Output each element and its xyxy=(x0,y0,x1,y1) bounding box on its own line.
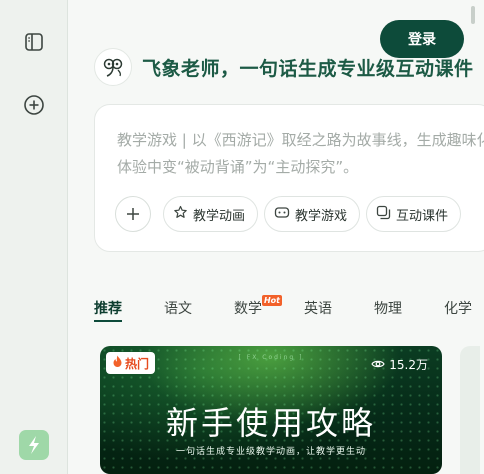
courseware-icon xyxy=(376,205,391,224)
next-card-peek[interactable] xyxy=(460,346,480,474)
featured-card[interactable]: [ FX Coding ] 热门 15.2万 新手使用攻略 一句话生成专业级教学… xyxy=(100,346,442,474)
chip-label: 互动课件 xyxy=(396,208,449,224)
chip-label: 教学游戏 xyxy=(295,208,348,224)
chip-teaching-game[interactable]: 教学游戏 xyxy=(264,196,361,232)
chip-teaching-animation[interactable]: 教学动画 xyxy=(163,196,259,232)
animation-icon xyxy=(173,205,188,224)
hot-tag: 热门 xyxy=(106,352,156,374)
tab-label: 数学 xyxy=(234,301,262,317)
tab-physics[interactable]: 物理 xyxy=(374,298,402,322)
left-sidebar xyxy=(0,0,68,474)
tab-chinese[interactable]: 语文 xyxy=(164,298,192,322)
tab-recommended[interactable]: 推荐 xyxy=(94,298,122,322)
prompt-toolbar: 教学动画 教学游戏 互动课件 xyxy=(115,196,462,232)
view-count-value: 15.2万 xyxy=(389,358,428,372)
tab-chemistry[interactable]: 化学 xyxy=(444,298,472,322)
chip-label: 教学动画 xyxy=(193,208,246,224)
card-caption: 一句话生成专业级教学动画，让教学更生动 xyxy=(175,447,366,457)
chip-interactive-courseware[interactable]: 互动课件 xyxy=(366,196,462,232)
fire-icon xyxy=(112,355,123,371)
plus-circle-icon[interactable] xyxy=(21,92,47,118)
tab-english[interactable]: 英语 xyxy=(304,298,332,322)
prompt-card[interactable]: 教学游戏 | 以《西游记》取经之路为故事线，生成趣味化体验中变“被动背诵”为“主… xyxy=(94,104,484,252)
scrollbar-thumb[interactable] xyxy=(471,6,475,24)
attach-button[interactable] xyxy=(115,196,151,232)
app-logo-icon[interactable] xyxy=(19,430,49,460)
hero-header: 飞象老师，一句话生成专业级互动课件 xyxy=(94,48,474,86)
page-title: 飞象老师，一句话生成专业级互动课件 xyxy=(142,57,474,80)
subject-tabs: 推荐 语文 数学 Hot 英语 物理 化学 xyxy=(94,295,472,322)
elephant-avatar-icon xyxy=(94,48,132,86)
prompt-input[interactable]: 教学游戏 | 以《西游记》取经之路为故事线，生成趣味化体验中变“被动背诵”为“主… xyxy=(117,127,484,183)
gamepad-icon xyxy=(274,205,290,224)
sidebar-toggle-icon[interactable] xyxy=(21,29,47,55)
card-title: 新手使用攻略 xyxy=(165,404,376,442)
main-content: 登录 飞象老师，一句话生成专业级互动课件 教学游戏 | 以《西游记》取经之路为故… xyxy=(68,0,484,474)
tab-math[interactable]: 数学 Hot xyxy=(234,295,282,322)
view-count: 15.2万 xyxy=(371,356,428,373)
eye-icon xyxy=(371,358,385,372)
hot-tag-label: 热门 xyxy=(125,356,150,371)
hot-badge: Hot xyxy=(261,295,282,306)
